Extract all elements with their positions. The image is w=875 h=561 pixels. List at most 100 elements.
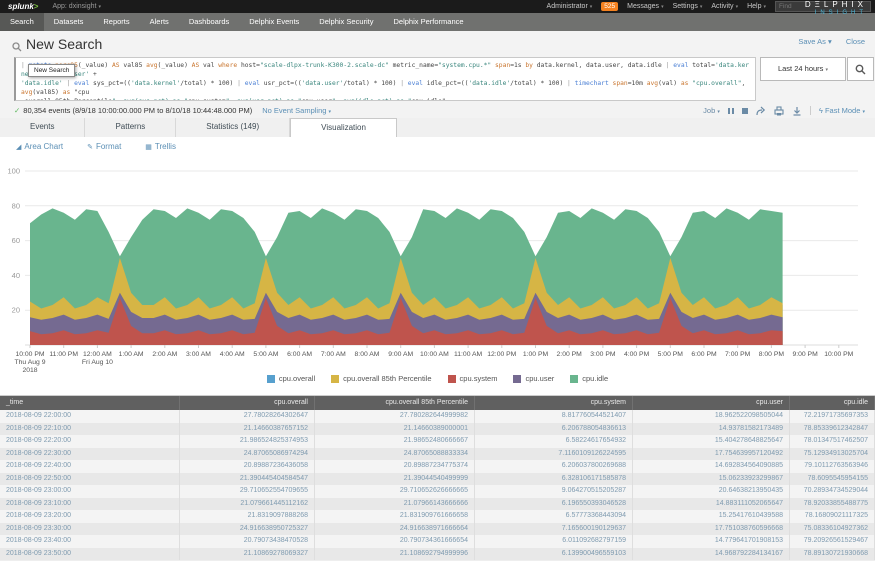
export-icon[interactable] — [792, 106, 802, 116]
table-cell[interactable]: 6.011092682797159 — [475, 535, 633, 548]
search-mode-menu[interactable]: ϟ Fast Mode ▾ — [819, 106, 865, 115]
nav-item-delphix-security[interactable]: Delphix Security — [309, 13, 383, 31]
table-cell[interactable]: 14.692834564090885 — [633, 460, 790, 473]
legend-item-cpu-overall-85th-Percentile[interactable]: cpu.overall 85th Percentile — [331, 374, 431, 383]
table-cell[interactable]: 24.916638971666664 — [315, 523, 475, 536]
nav-item-delphix-events[interactable]: Delphix Events — [239, 13, 309, 31]
search-query-input[interactable]: | mstats perc95(_value) AS val85 avg(_va… — [14, 57, 756, 101]
table-cell[interactable]: 20.790734361666654 — [315, 535, 475, 548]
topbar-menu-administrator[interactable]: Administrator▾ — [547, 3, 593, 10]
table-cell[interactable]: 6.206037800269688 — [475, 460, 633, 473]
nav-item-delphix-performance[interactable]: Delphix Performance — [384, 13, 474, 31]
topbar-menu-settings[interactable]: Settings▾ — [673, 3, 703, 10]
table-cell[interactable]: 24.916638950725327 — [180, 523, 315, 536]
tab-patterns[interactable]: Patterns — [85, 118, 176, 137]
column-header--time[interactable]: _time — [0, 396, 180, 410]
event-sampling-menu[interactable]: No Event Sampling ▾ — [262, 106, 331, 115]
table-cell[interactable]: 6.58224617654932 — [475, 435, 633, 448]
table-cell[interactable]: 21.079661445112162 — [180, 498, 315, 511]
legend-item-cpu-user[interactable]: cpu.user — [513, 374, 554, 383]
table-cell[interactable]: 15.25417610439588 — [633, 510, 790, 523]
legend-item-cpu-system[interactable]: cpu.system — [448, 374, 498, 383]
tab-events[interactable]: Events — [0, 118, 85, 137]
table-cell[interactable]: 17.751038760596668 — [633, 523, 790, 536]
splunk-logo[interactable]: splunk> — [8, 2, 38, 11]
table-cell[interactable]: 18.962522098505044 — [633, 410, 790, 423]
nav-item-alerts[interactable]: Alerts — [140, 13, 179, 31]
table-cell[interactable]: 6.328106171585878 — [475, 473, 633, 486]
table-cell[interactable]: 79.10112763563946 — [790, 460, 875, 473]
table-cell[interactable]: 2018-08-09 23:20:00 — [0, 510, 180, 523]
legend-item-cpu-overall[interactable]: cpu.overall — [267, 374, 315, 383]
table-cell[interactable]: 75.12934913025704 — [790, 448, 875, 461]
column-header-cpu-user[interactable]: cpu.user — [633, 396, 790, 410]
pause-job-icon[interactable] — [728, 108, 734, 114]
table-cell[interactable]: 2018-08-09 22:20:00 — [0, 435, 180, 448]
topbar-menu-activity[interactable]: Activity▾ — [711, 3, 738, 10]
table-cell[interactable]: 78.16809021117325 — [790, 510, 875, 523]
table-cell[interactable]: 78.89130721930668 — [790, 548, 875, 561]
table-cell[interactable]: 2018-08-09 22:00:00 — [0, 410, 180, 423]
app-menu[interactable]: App: dxinsight▾ — [52, 3, 101, 10]
close-button[interactable]: Close — [846, 37, 865, 46]
table-cell[interactable]: 70.28934734529044 — [790, 485, 875, 498]
table-cell[interactable]: 21.07966143666666 — [315, 498, 475, 511]
table-cell[interactable]: 2018-08-09 23:00:00 — [0, 485, 180, 498]
legend-item-cpu-idle[interactable]: cpu.idle — [570, 374, 608, 383]
table-cell[interactable]: 21.14660389000001 — [315, 423, 475, 436]
table-cell[interactable]: 20.89887236436058 — [180, 460, 315, 473]
table-cell[interactable]: 6.57773368443094 — [475, 510, 633, 523]
table-cell[interactable]: 15.06233923299867 — [633, 473, 790, 486]
table-cell[interactable]: 6.139900496559103 — [475, 548, 633, 561]
table-cell[interactable]: 78.01347517462507 — [790, 435, 875, 448]
table-cell[interactable]: 2018-08-09 23:40:00 — [0, 535, 180, 548]
time-range-picker[interactable]: Last 24 hours ▾ — [760, 57, 846, 81]
topbar-menu-help[interactable]: Help▾ — [747, 3, 766, 10]
nav-item-datasets[interactable]: Datasets — [44, 13, 94, 31]
table-cell[interactable]: 78.6095545954155 — [790, 473, 875, 486]
table-cell[interactable]: 21.98652480666667 — [315, 435, 475, 448]
chart-type-button[interactable]: ◢Area Chart — [16, 142, 63, 151]
table-cell[interactable]: 2018-08-09 23:30:00 — [0, 523, 180, 536]
table-cell[interactable]: 6.196550393046528 — [475, 498, 633, 511]
table-cell[interactable]: 21.390445404584547 — [180, 473, 315, 486]
table-cell[interactable]: 14.779641701908153 — [633, 535, 790, 548]
run-search-button[interactable] — [847, 57, 874, 81]
table-cell[interactable]: 2018-08-09 22:50:00 — [0, 473, 180, 486]
column-header-cpu-system[interactable]: cpu.system — [475, 396, 633, 410]
table-cell[interactable]: 15.404278648825647 — [633, 435, 790, 448]
stop-job-icon[interactable] — [742, 108, 748, 114]
table-cell[interactable]: 29.710652626666665 — [315, 485, 475, 498]
column-header-cpu-overall-85th-Percentile[interactable]: cpu.overall 85th Percentile — [315, 396, 475, 410]
tab-statistics-149-[interactable]: Statistics (149) — [176, 118, 290, 137]
print-icon[interactable] — [774, 106, 784, 116]
table-cell[interactable]: 17.754639957120492 — [633, 448, 790, 461]
column-header-cpu-idle[interactable]: cpu.idle — [790, 396, 875, 410]
table-cell[interactable]: 72.21971735697353 — [790, 410, 875, 423]
nav-item-dashboards[interactable]: Dashboards — [179, 13, 239, 31]
table-cell[interactable]: 14.968792284134167 — [633, 548, 790, 561]
table-cell[interactable]: 79.20926561529467 — [790, 535, 875, 548]
table-cell[interactable]: 2018-08-09 23:50:00 — [0, 548, 180, 561]
table-cell[interactable]: 21.10869278069327 — [180, 548, 315, 561]
table-cell[interactable]: 2018-08-09 22:40:00 — [0, 460, 180, 473]
table-cell[interactable]: 7.165600190129637 — [475, 523, 633, 536]
topbar-menu-messages[interactable]: Messages▾ — [627, 3, 663, 10]
save-as-button[interactable]: Save As ▾ — [786, 37, 831, 46]
nav-item-search[interactable]: Search — [0, 13, 44, 31]
table-cell[interactable]: 20.79073438470528 — [180, 535, 315, 548]
table-cell[interactable]: 21.39044540499999 — [315, 473, 475, 486]
table-cell[interactable]: 78.85339612342847 — [790, 423, 875, 436]
table-cell[interactable]: 27.780282644999982 — [315, 410, 475, 423]
table-cell[interactable]: 78.92033855488775 — [790, 498, 875, 511]
table-cell[interactable]: 21.986524825374953 — [180, 435, 315, 448]
share-icon[interactable] — [756, 106, 766, 116]
table-cell[interactable]: 27.78028264302647 — [180, 410, 315, 423]
messages-badge[interactable]: 525 — [601, 2, 618, 11]
table-cell[interactable]: 21.14660387657152 — [180, 423, 315, 436]
table-cell[interactable]: 14.93781582173489 — [633, 423, 790, 436]
table-cell[interactable]: 75.08336104927362 — [790, 523, 875, 536]
tab-visualization[interactable]: Visualization — [290, 118, 397, 138]
table-cell[interactable]: 29.710652554709655 — [180, 485, 315, 498]
table-cell[interactable]: 21.108692794999996 — [315, 548, 475, 561]
